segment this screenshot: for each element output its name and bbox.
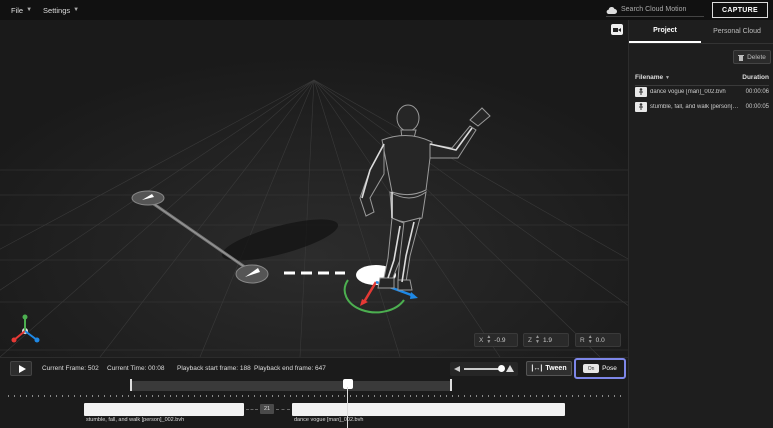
file-name: dance vogue [man]_002.bvh [650,88,726,95]
search-cloud-motion[interactable]: Search Cloud Motion [606,3,704,17]
speed-knob[interactable] [498,365,505,372]
tab-personal-cloud[interactable]: Personal Cloud [701,20,773,43]
stepper-icon[interactable]: ▲ ▼ [486,335,491,345]
top-bar: File ▼ Settings ▼ Search Cloud Motion CA… [0,0,773,20]
play-button[interactable] [10,361,32,376]
pose-toggle-switch[interactable]: On [583,364,600,373]
playback-start-frame: Playback start frame: 188 [177,365,251,372]
playhead-line [347,387,348,428]
coord-z-value: 1.9 [542,336,552,344]
blend-connector [246,409,258,410]
tween-label: Tween [545,365,567,372]
pose-toggle-button[interactable]: On Pose [574,358,626,379]
chevron-down-icon: ▼ [26,7,33,13]
file-duration: 00:00:05 [745,103,769,110]
current-frame: Current Frame: 502 [42,365,99,372]
chevron-down-icon: ▼ [73,7,80,13]
filename-column-label: Filename [635,74,664,81]
playback-start-handle[interactable] [130,379,132,391]
tween-icon: |↔| [531,365,543,372]
settings-menu[interactable]: Settings ▼ [43,6,79,15]
motion-thumbnail-icon [635,101,647,112]
playback-end-handle[interactable] [450,379,452,391]
file-row[interactable]: stumble, fall, and walk [person]_002.bvh… [635,100,769,113]
timeline[interactable]: 21 stumble, fall, and walk [person]_002.… [0,379,628,428]
sort-caret-icon: ▼ [665,75,670,81]
panel-tabs: Project Personal Cloud [629,20,773,44]
stepper-icon[interactable]: ▲ ▼ [588,335,593,345]
playback-end-frame: Playback end frame: 647 [254,365,326,372]
motion-thumbnail-icon [635,86,647,97]
playback-controls: Current Frame: 502 Current Time: 00:08 P… [0,357,628,379]
coord-r-label: R [580,336,585,344]
file-row[interactable]: dance vogue [man]_002.bvh 00:00:06 [635,85,769,98]
search-placeholder: Search Cloud Motion [621,6,687,13]
blend-frames-badge[interactable]: 21 [260,404,274,414]
blend-connector [276,409,290,410]
tab-project[interactable]: Project [629,20,701,43]
settings-menu-label: Settings [43,5,71,15]
fast-icon [506,365,514,372]
clip-label: stumble, fall, and walk [person]_002.bvh [86,417,185,423]
frame-ruler [8,395,623,397]
scene-render [0,20,628,357]
playhead-handle[interactable] [343,379,353,389]
capture-button[interactable]: CAPTURE [712,2,768,18]
coord-r-field[interactable]: R ▲ ▼ 0.0 [575,333,621,347]
duration-column-header[interactable]: Duration [742,74,769,81]
coord-x-value: -0.9 [494,336,506,344]
clip-label: dance vogue [man]_002.bvh [294,417,364,423]
stepper-icon[interactable]: ▲ ▼ [535,335,540,345]
file-panel: Project Personal Cloud Delete Filename ▼… [628,20,773,428]
delete-button[interactable]: Delete [733,50,771,64]
cloud-icon [606,6,617,14]
coord-r-value: 0.0 [595,336,605,344]
file-name: stumble, fall, and walk [person]_002.bvh [650,103,740,110]
coord-z-label: Z [528,336,532,344]
trash-icon [738,54,745,61]
slow-icon [454,366,460,372]
3d-viewport[interactable]: X ▲ ▼ -0.9 Z ▲ ▼ 1.9 R ▲ ▼ 0.0 [0,20,628,357]
pose-label: Pose [602,365,617,372]
current-time: Current Time: 00:08 [107,365,165,372]
filename-column-header[interactable]: Filename ▼ [635,74,670,81]
file-menu-label: File [11,5,24,15]
coord-x-label: X [479,336,484,344]
playback-range-track[interactable] [131,381,451,391]
clip-stumble[interactable] [84,403,244,416]
file-menu[interactable]: File ▼ [11,6,32,15]
coord-x-field[interactable]: X ▲ ▼ -0.9 [474,333,518,347]
tween-button[interactable]: |↔| Tween [526,361,572,376]
camera-icon[interactable] [611,24,623,35]
clip-dance-vogue[interactable] [292,403,565,416]
file-duration: 00:00:06 [745,88,769,95]
speed-slider[interactable] [450,362,518,376]
delete-label: Delete [747,53,766,61]
coord-z-field[interactable]: Z ▲ ▼ 1.9 [523,333,569,347]
